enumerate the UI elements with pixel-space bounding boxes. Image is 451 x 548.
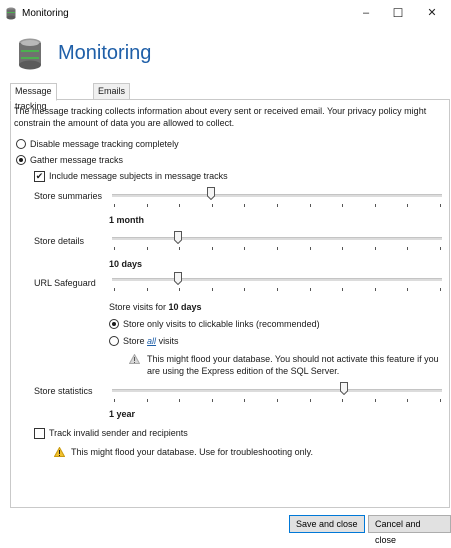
store-all-link[interactable]: all [147, 336, 156, 346]
slider-tick [146, 399, 148, 402]
slider-tick [211, 288, 213, 291]
track-invalid-label[interactable]: Track invalid sender and recipients [49, 428, 188, 438]
slider-tick [146, 247, 148, 250]
slider-tick [211, 204, 213, 207]
slider-tick [440, 204, 441, 207]
slider-tick [211, 247, 213, 250]
slider-tick [179, 399, 181, 402]
url-safeguard-warning: This might flood your database. You shou… [147, 354, 439, 364]
store-all-suffix: visits [158, 336, 179, 346]
url-safeguard-warning-2: are using the Express edition of the SQL… [147, 366, 340, 376]
store-statistics-label: Store statistics [34, 386, 93, 396]
slider-tick [309, 247, 311, 250]
slider-tick [407, 399, 409, 402]
slider-tick [244, 247, 246, 250]
store-statistics-value: 1 year [109, 409, 136, 419]
store-summaries-value: 1 month [109, 215, 144, 225]
slider-tick [342, 288, 344, 291]
slider-tick [277, 399, 278, 402]
slider-tick [114, 204, 115, 207]
slider-tick [342, 399, 344, 402]
track-invalid-checkbox[interactable] [34, 428, 45, 439]
intro-text: The message tracking collects informatio… [14, 106, 427, 116]
track-invalid-warning: This might flood your database. Use for … [71, 447, 313, 457]
slider-tick [374, 247, 376, 250]
store-statistics-slider-thumb[interactable] [340, 382, 348, 395]
store-summaries-label: Store summaries [34, 191, 103, 201]
close-button[interactable]: ✕ [418, 3, 446, 23]
slider-tick [244, 288, 246, 291]
slider-tick [211, 399, 213, 402]
store-summaries-slider-thumb[interactable] [207, 187, 215, 200]
database-icon [6, 7, 16, 20]
slider-tick [114, 247, 115, 250]
slider-tick [179, 204, 181, 207]
disable-tracking-label[interactable]: Disable message tracking completely [30, 139, 179, 149]
slider-tick [342, 204, 344, 207]
slider-tick [146, 204, 148, 207]
slider-tick [440, 399, 441, 402]
slider-tick [407, 247, 409, 250]
url-safeguard-value: Store visits for 10 days [109, 302, 202, 312]
include-subjects-checkbox[interactable]: ✔ [34, 171, 45, 182]
slider-tick [179, 288, 181, 291]
warning-triangle-icon [129, 354, 140, 364]
slider-tick [407, 288, 409, 291]
slider-tick [277, 247, 278, 250]
warning-triangle-icon [54, 447, 65, 457]
save-and-close-button[interactable]: Save and close [289, 515, 365, 533]
slider-tick [277, 204, 278, 207]
store-details-label: Store details [34, 236, 85, 246]
slider-tick [114, 288, 115, 291]
slider-tick [374, 288, 376, 291]
store-all-label[interactable]: Store all visits [123, 336, 179, 346]
store-all-radio[interactable] [109, 336, 119, 346]
minimize-button[interactable]: – [352, 3, 380, 23]
tab-message-tracking[interactable]: Message tracking [10, 83, 57, 111]
title-bar: Monitoring – ☐ ✕ [0, 0, 451, 26]
slider-tick [179, 247, 181, 250]
slider-tick [146, 288, 148, 291]
store-all-prefix: Store [123, 336, 145, 346]
gather-tracks-label[interactable]: Gather message tracks [30, 155, 123, 165]
maximize-button[interactable]: ☐ [384, 3, 412, 23]
url-safeguard-slider-thumb[interactable] [174, 272, 182, 285]
tab-emails-on-hold[interactable]: Emails on hold [93, 83, 131, 126]
intro-text-2: constrain the amount of data you are all… [14, 118, 235, 128]
slider-tick [244, 204, 246, 207]
url-safeguard-value-number: 10 days [168, 302, 202, 312]
slider-tick [440, 288, 441, 291]
gather-tracks-radio[interactable] [16, 155, 26, 165]
store-clickable-label[interactable]: Store only visits to clickable links (re… [123, 319, 320, 329]
database-icon [19, 38, 41, 70]
store-summaries-slider[interactable] [112, 194, 442, 197]
url-safeguard-label: URL Safeguard [34, 278, 96, 288]
window-title: Monitoring [22, 8, 69, 19]
slider-tick [309, 204, 311, 207]
url-safeguard-slider[interactable] [112, 278, 442, 281]
store-clickable-radio[interactable] [109, 319, 119, 329]
store-details-slider[interactable] [112, 237, 442, 240]
page-title: Monitoring [58, 42, 152, 64]
store-details-value: 10 days [109, 259, 143, 269]
slider-tick [374, 399, 376, 402]
slider-tick [342, 247, 344, 250]
slider-tick [440, 247, 441, 250]
slider-tick [309, 399, 311, 402]
slider-tick [309, 288, 311, 291]
slider-tick [277, 288, 278, 291]
slider-tick [374, 204, 376, 207]
slider-tick [244, 399, 246, 402]
cancel-and-close-button[interactable]: Cancel and close [368, 515, 451, 545]
slider-tick [407, 204, 409, 207]
store-statistics-slider[interactable] [112, 389, 442, 392]
url-safeguard-value-prefix: Store visits for [109, 302, 167, 312]
slider-tick [114, 399, 115, 402]
store-details-slider-thumb[interactable] [174, 231, 182, 244]
include-subjects-label[interactable]: Include message subjects in message trac… [49, 171, 228, 181]
disable-tracking-radio[interactable] [16, 139, 26, 149]
